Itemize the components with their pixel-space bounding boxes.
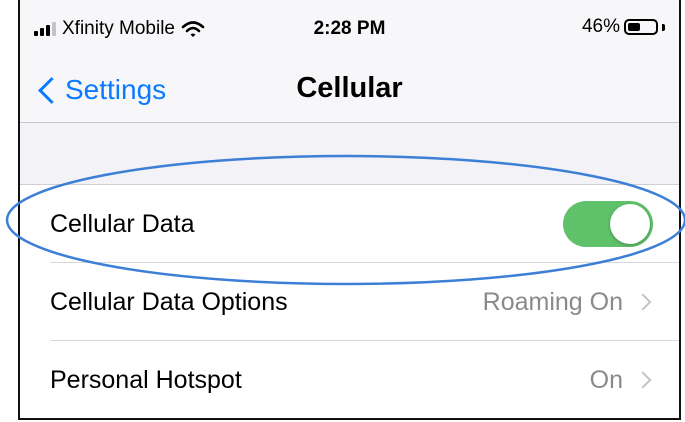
status-time: 2:28 PM xyxy=(313,18,386,39)
toggle-knob xyxy=(610,204,650,244)
battery-fill xyxy=(628,23,640,31)
cellular-data-options-label: Cellular Data Options xyxy=(50,287,288,316)
personal-hotspot-value: On xyxy=(589,365,623,394)
battery-icon xyxy=(624,19,658,35)
navigation-bar: Settings Cellular xyxy=(20,62,679,123)
chevron-right-icon xyxy=(634,293,652,311)
battery-group: 46% xyxy=(582,16,665,38)
cellular-data-toggle[interactable] xyxy=(563,201,653,247)
row-divider xyxy=(50,418,679,419)
cellular-data-row[interactable]: Cellular Data xyxy=(20,185,679,263)
status-bar: Xfinity Mobile 2:28 PM 46% xyxy=(20,0,679,62)
page-title: Cellular xyxy=(296,72,403,104)
cellular-data-options-value: Roaming On xyxy=(482,287,623,316)
cellular-data-options-row[interactable]: Cellular Data Options Roaming On xyxy=(20,263,679,341)
personal-hotspot-label: Personal Hotspot xyxy=(50,365,242,394)
settings-group: Cellular Data Cellular Data Options Roam… xyxy=(20,184,679,419)
cellular-data-label: Cellular Data xyxy=(50,209,195,238)
battery-tip xyxy=(662,23,665,31)
personal-hotspot-row[interactable]: Personal Hotspot On xyxy=(20,341,679,419)
chevron-right-icon xyxy=(634,371,652,389)
battery-percent: 46% xyxy=(581,16,620,37)
phone-screen: Xfinity Mobile 2:28 PM 46% Settings Cell… xyxy=(18,0,681,420)
